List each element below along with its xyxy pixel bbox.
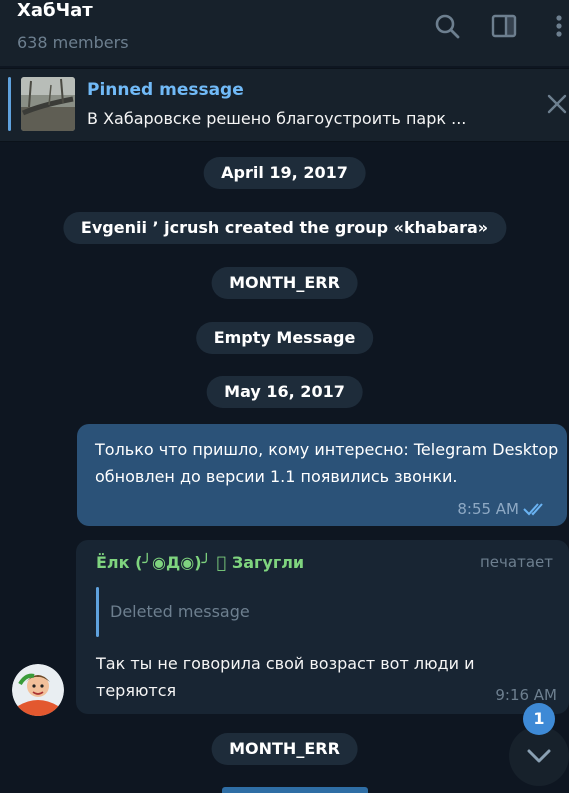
service-message: Empty Message [195,322,374,354]
chat-title[interactable]: ХабЧат [17,0,93,21]
message-time: 8:55 AM [457,500,519,518]
double-check-icon [523,503,543,516]
sender-name[interactable]: Ёлк (╯◉Д◉)╯ ⃝ Загугли [96,553,304,572]
message-time: 9:16 AM [495,686,557,704]
outgoing-message[interactable]: Только что пришло, кому интересно: Teleg… [77,424,567,526]
incoming-message[interactable]: Ёлк (╯◉Д◉)╯ ⃝ Загугли печатает Deleted m… [76,540,569,714]
date-separator: April 19, 2017 [203,157,366,189]
chat-header: ХабЧат 638 members [0,0,569,66]
scroll-to-bottom-button[interactable] [509,726,569,786]
more-vertical-icon[interactable] [545,12,569,40]
service-message: Evgenii ’ jcrush created the group «khab… [62,212,507,244]
member-count: 638 members [17,33,129,52]
reply-preview[interactable]: Deleted message [110,602,250,621]
avatar[interactable] [12,664,64,716]
service-message: MONTH_ERR [211,733,358,765]
pinned-text: В Хабаровске решено благоустроить парк .… [87,109,467,128]
reply-accent-bar [96,587,99,637]
message-text: Только что пришло, кому интересно: Teleg… [95,440,559,486]
service-message: MONTH_ERR [211,267,358,299]
chevron-down-icon [527,749,551,763]
message-text: Так ты не говорила свой возраст вот люди… [96,654,475,700]
search-icon[interactable] [433,12,461,40]
unread-count-badge[interactable]: 1 [523,703,555,735]
pinned-thumbnail [21,77,75,131]
sidebar-toggle-icon[interactable] [490,12,518,40]
pinned-accent-bar [8,77,11,131]
pinned-title: Pinned message [87,80,244,100]
partial-message-strip [222,787,368,793]
date-separator: May 16, 2017 [206,376,363,408]
typing-status: печатает [480,553,553,571]
close-icon[interactable] [544,91,569,117]
pinned-message-bar[interactable]: Pinned message В Хабаровске решено благо… [0,68,569,142]
